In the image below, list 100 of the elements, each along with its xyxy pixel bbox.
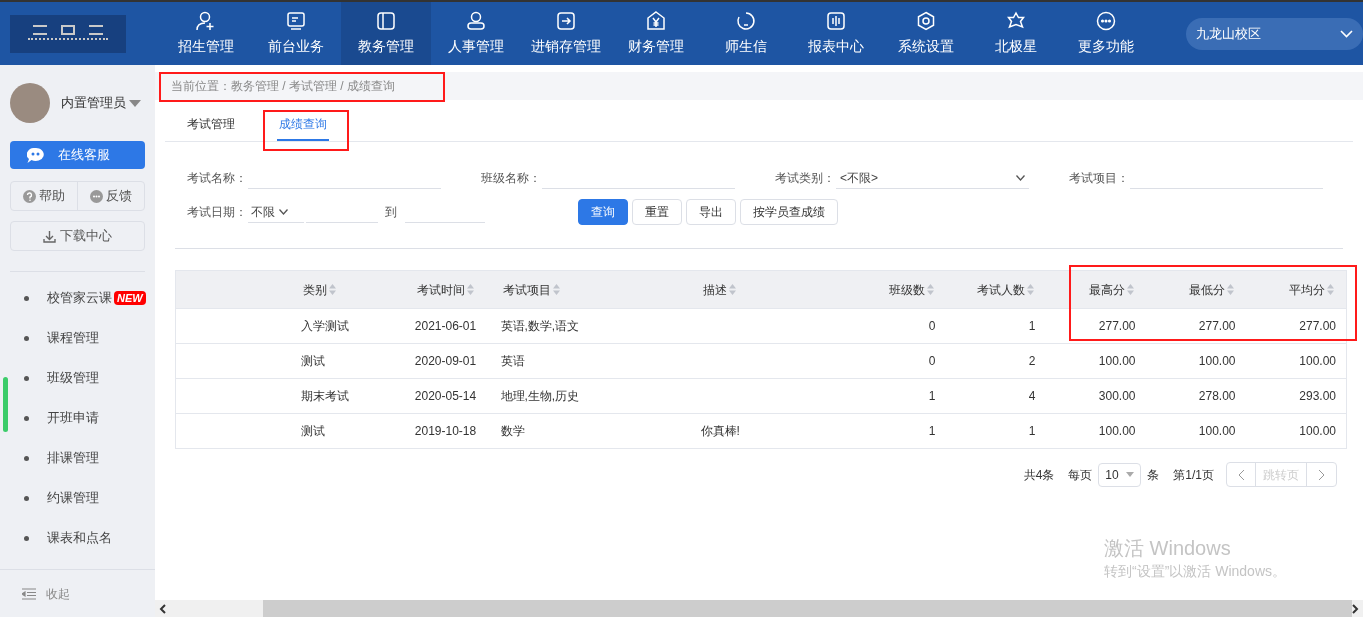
- menu-item[interactable]: 校管家云课: [47, 288, 112, 308]
- table-cell: 293.00: [1299, 389, 1336, 403]
- caret-icon: [129, 99, 141, 107]
- menu-item[interactable]: 课表和点名: [47, 528, 112, 548]
- table-cell: 2020-05-14: [414, 389, 477, 403]
- table-cell: 300.00: [1098, 389, 1136, 403]
- table-cell: 277.00: [1299, 319, 1336, 333]
- nav-item[interactable]: 报表中心: [791, 2, 882, 65]
- table-cell: 1: [1028, 424, 1036, 438]
- category-select[interactable]: <不限>: [836, 167, 1029, 189]
- table-cell: 入学测试: [300, 319, 349, 333]
- table-cell: 2020-09-01: [414, 354, 477, 368]
- table-cell: 0: [928, 354, 936, 368]
- panel-icon: [376, 10, 397, 31]
- field-label: 考试项目：: [1069, 170, 1130, 187]
- feedback-button[interactable]: 反馈: [78, 182, 144, 210]
- chevron-down-icon: [1016, 174, 1025, 181]
- column-header[interactable]: 最高分: [1088, 280, 1134, 299]
- sort-icon: [728, 284, 736, 295]
- column-header[interactable]: 描述: [702, 280, 736, 299]
- sort-icon: [552, 284, 560, 295]
- chevron-right-icon: [1318, 468, 1325, 481]
- field-label: 班级名称：: [481, 170, 542, 187]
- table-cell: 测试: [300, 354, 325, 368]
- nav-item[interactable]: 前台业务: [251, 2, 342, 65]
- table-cell: 英语: [500, 354, 525, 368]
- nav-item[interactable]: 系统设置: [881, 2, 972, 65]
- date-range-select[interactable]: 不限: [248, 201, 304, 223]
- to-label: 到: [385, 204, 398, 221]
- bullet-icon: [24, 415, 29, 421]
- nav-item[interactable]: 进销存管理: [521, 2, 612, 65]
- scroll-indicator: [3, 377, 8, 432]
- menu-item[interactable]: 排课管理: [47, 448, 99, 468]
- tab[interactable]: 考试管理: [185, 109, 237, 141]
- tab[interactable]: 成绩查询: [277, 109, 329, 141]
- action-button[interactable]: 导出: [686, 199, 736, 225]
- table-cell: 100.00: [1098, 354, 1136, 368]
- menu-item[interactable]: 班级管理: [47, 368, 99, 388]
- column-header[interactable]: 考试时间: [417, 280, 474, 299]
- table-cell: 数学: [500, 424, 525, 438]
- menu-item[interactable]: 约课管理: [47, 488, 99, 508]
- bullet-icon: [24, 535, 29, 541]
- more-icon: [1096, 10, 1117, 31]
- table-cell: 地理,生物,历史: [500, 389, 580, 403]
- user-plus-icon: [196, 10, 217, 31]
- table-cell: 1: [928, 389, 936, 403]
- help-button[interactable]: 帮助: [11, 182, 78, 210]
- column-header[interactable]: 班级数: [888, 280, 934, 299]
- chevron-down-icon: [279, 208, 288, 215]
- action-button[interactable]: 按学员查成绩: [740, 199, 838, 225]
- column-header[interactable]: 考试人数: [976, 280, 1034, 299]
- online-service-button[interactable]: 在线客服: [10, 141, 145, 169]
- action-button[interactable]: 查询: [578, 199, 628, 225]
- bullet-icon: [24, 455, 29, 461]
- avatar: [10, 83, 50, 123]
- bullet-icon: [24, 335, 29, 341]
- column-header[interactable]: 考试项目: [502, 280, 560, 299]
- user-name[interactable]: 内置管理员: [61, 93, 126, 113]
- chat-bubble-icon: [27, 147, 44, 163]
- page-size-select[interactable]: 10: [1098, 462, 1142, 487]
- nav-item[interactable]: 财务管理: [611, 2, 702, 65]
- settings-icon: [916, 10, 937, 31]
- nav-item[interactable]: 教务管理: [341, 2, 432, 65]
- sort-icon: [1226, 284, 1234, 295]
- table-cell: 2019-10-18: [414, 424, 477, 438]
- field-label: 考试日期：: [187, 204, 248, 221]
- table-cell: 2: [1028, 354, 1036, 368]
- new-badge: NEW: [114, 291, 146, 305]
- star-icon: [1006, 10, 1027, 31]
- column-header[interactable]: 平均分: [1289, 280, 1334, 299]
- breadcrumb: 当前位置：教务管理 / 考试管理 / 成绩查询: [171, 78, 395, 95]
- nav-item[interactable]: 招生管理: [161, 2, 252, 65]
- download-center-button[interactable]: 下载中心: [10, 221, 145, 251]
- chat-bubble-icon: [90, 189, 103, 203]
- chevron-down-icon: [1340, 29, 1353, 38]
- campus-select[interactable]: 九龙山校区: [1186, 17, 1363, 50]
- table-cell: 100.00: [1299, 424, 1336, 438]
- column-header[interactable]: 最低分: [1188, 280, 1234, 299]
- table-cell: 100.00: [1098, 424, 1136, 438]
- table-cell: 期末考试: [300, 389, 349, 403]
- action-button[interactable]: 重置: [632, 199, 682, 225]
- bullet-icon: [24, 495, 29, 501]
- monitor-icon: [286, 10, 307, 31]
- page-indicator: 第1/1页: [1173, 466, 1214, 484]
- collapse-icon: [22, 587, 36, 600]
- table-cell: 100.00: [1299, 354, 1336, 368]
- chevron-left-icon: [159, 603, 166, 614]
- nav-item[interactable]: 人事管理: [431, 2, 522, 65]
- field-label: 考试类别：: [775, 170, 836, 187]
- menu-item[interactable]: 课程管理: [47, 328, 99, 348]
- bullet-icon: [24, 295, 29, 301]
- table-cell: 测试: [300, 424, 325, 438]
- nav-item[interactable]: 北极星: [971, 2, 1062, 65]
- column-header[interactable]: 类别: [302, 280, 336, 299]
- caret-icon: [1126, 472, 1135, 477]
- menu-item[interactable]: 开班申请: [47, 408, 99, 428]
- unit-label: 条: [1147, 466, 1160, 484]
- nav-item[interactable]: 更多功能: [1061, 2, 1152, 65]
- nav-item[interactable]: 师生信: [701, 2, 792, 65]
- yen-icon: [646, 10, 667, 31]
